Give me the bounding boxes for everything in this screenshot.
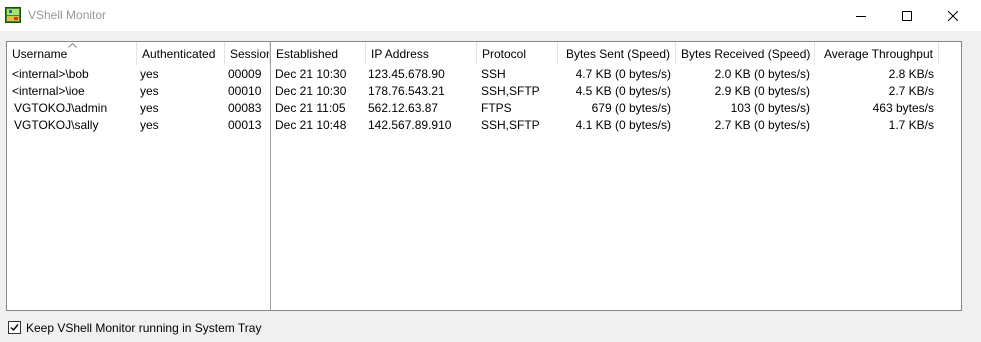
column-header-label: Username bbox=[12, 47, 68, 61]
cell-average-throughput: 463 bytes/s bbox=[872, 101, 934, 115]
table-row[interactable]: <internal>\bob yes 00009 Dec 21 10:30 12… bbox=[7, 66, 961, 83]
table-row[interactable]: VGTOKOJ\admin yes 00083 Dec 21 11:05 562… bbox=[7, 100, 961, 117]
minimize-button[interactable] bbox=[838, 0, 884, 31]
cell-bytes-sent: 679 (0 bytes/s) bbox=[591, 101, 671, 115]
cell-username: <internal>\bob bbox=[12, 67, 89, 81]
column-header-session[interactable]: Session bbox=[225, 42, 270, 65]
cell-established: Dec 21 11:05 bbox=[275, 101, 346, 115]
column-header-established[interactable]: Established bbox=[271, 42, 366, 65]
cell-session: 00009 bbox=[228, 67, 262, 81]
close-icon bbox=[948, 10, 958, 21]
table-row[interactable]: VGTOKOJ\sally yes 00013 Dec 21 10:48 142… bbox=[7, 117, 961, 134]
cell-session: 00013 bbox=[228, 118, 262, 132]
cell-established: Dec 21 10:30 bbox=[275, 67, 347, 81]
cell-ip-address: 142.567.89.910 bbox=[368, 118, 452, 132]
column-header-ip-address[interactable]: IP Address bbox=[366, 42, 477, 65]
cell-protocol: SSH bbox=[481, 67, 506, 81]
cell-bytes-sent: 4.7 KB (0 bytes/s) bbox=[575, 67, 671, 81]
cell-protocol: SSH,SFTP bbox=[481, 84, 540, 98]
cell-username: VGTOKOJ\sally bbox=[14, 118, 99, 132]
vshell-app-icon bbox=[5, 7, 21, 23]
cell-ip-address: 178.76.543.21 bbox=[368, 84, 445, 98]
column-header-average-throughput[interactable]: Average Throughput bbox=[815, 42, 939, 65]
cell-bytes-received: 2.9 KB (0 bytes/s) bbox=[714, 84, 810, 98]
checkmark-icon bbox=[10, 324, 19, 332]
title-bar[interactable]: VShell Monitor bbox=[0, 0, 981, 31]
minimize-icon bbox=[856, 15, 866, 17]
column-header-authenticated[interactable]: Authenticated bbox=[137, 42, 225, 65]
cell-username: <internal>\ioe bbox=[12, 84, 85, 98]
cell-authenticated: yes bbox=[140, 101, 159, 115]
cell-bytes-sent: 4.1 KB (0 bytes/s) bbox=[575, 118, 671, 132]
cell-ip-address: 123.45.678.90 bbox=[368, 67, 445, 81]
vshell-monitor-window: VShell Monitor Username Authenticated Se… bbox=[0, 0, 981, 342]
maximize-icon bbox=[902, 10, 912, 21]
cell-authenticated: yes bbox=[140, 84, 159, 98]
column-header-bytes-sent[interactable]: Bytes Sent (Speed) bbox=[558, 42, 676, 65]
cell-session: 00083 bbox=[228, 101, 262, 115]
column-header-bytes-received[interactable]: Bytes Received (Speed) bbox=[676, 42, 815, 65]
cell-bytes-received: 2.0 KB (0 bytes/s) bbox=[714, 67, 810, 81]
window-title: VShell Monitor bbox=[28, 8, 107, 22]
cell-authenticated: yes bbox=[140, 118, 159, 132]
close-button[interactable] bbox=[930, 0, 976, 31]
cell-protocol: FTPS bbox=[481, 101, 512, 115]
cell-username: VGTOKOJ\admin bbox=[14, 101, 108, 115]
cell-bytes-received: 2.7 KB (0 bytes/s) bbox=[714, 118, 810, 132]
cell-established: Dec 21 10:48 bbox=[275, 118, 347, 132]
cell-bytes-received: 103 (0 bytes/s) bbox=[730, 101, 810, 115]
cell-established: Dec 21 10:30 bbox=[275, 84, 347, 98]
column-header-row: Username Authenticated Session Establish… bbox=[7, 42, 961, 65]
cell-session: 00010 bbox=[228, 84, 262, 98]
cell-average-throughput: 1.7 KB/s bbox=[888, 118, 934, 132]
cell-average-throughput: 2.8 KB/s bbox=[888, 67, 934, 81]
keep-running-checkbox[interactable] bbox=[8, 321, 21, 334]
cell-authenticated: yes bbox=[140, 67, 159, 81]
keep-running-label[interactable]: Keep VShell Monitor running in System Tr… bbox=[26, 321, 261, 335]
cell-average-throughput: 2.7 KB/s bbox=[888, 84, 934, 98]
maximize-button[interactable] bbox=[884, 0, 930, 31]
cell-bytes-sent: 4.5 KB (0 bytes/s) bbox=[575, 84, 671, 98]
keep-running-option[interactable]: Keep VShell Monitor running in System Tr… bbox=[8, 320, 261, 335]
session-list[interactable]: Username Authenticated Session Establish… bbox=[6, 41, 962, 311]
sort-ascending-icon bbox=[68, 43, 77, 48]
column-header-protocol[interactable]: Protocol bbox=[477, 42, 558, 65]
cell-protocol: SSH,SFTP bbox=[481, 118, 540, 132]
table-row[interactable]: <internal>\ioe yes 00010 Dec 21 10:30 17… bbox=[7, 83, 961, 100]
cell-ip-address: 562.12.63.87 bbox=[368, 101, 439, 115]
column-header-username[interactable]: Username bbox=[7, 42, 137, 65]
